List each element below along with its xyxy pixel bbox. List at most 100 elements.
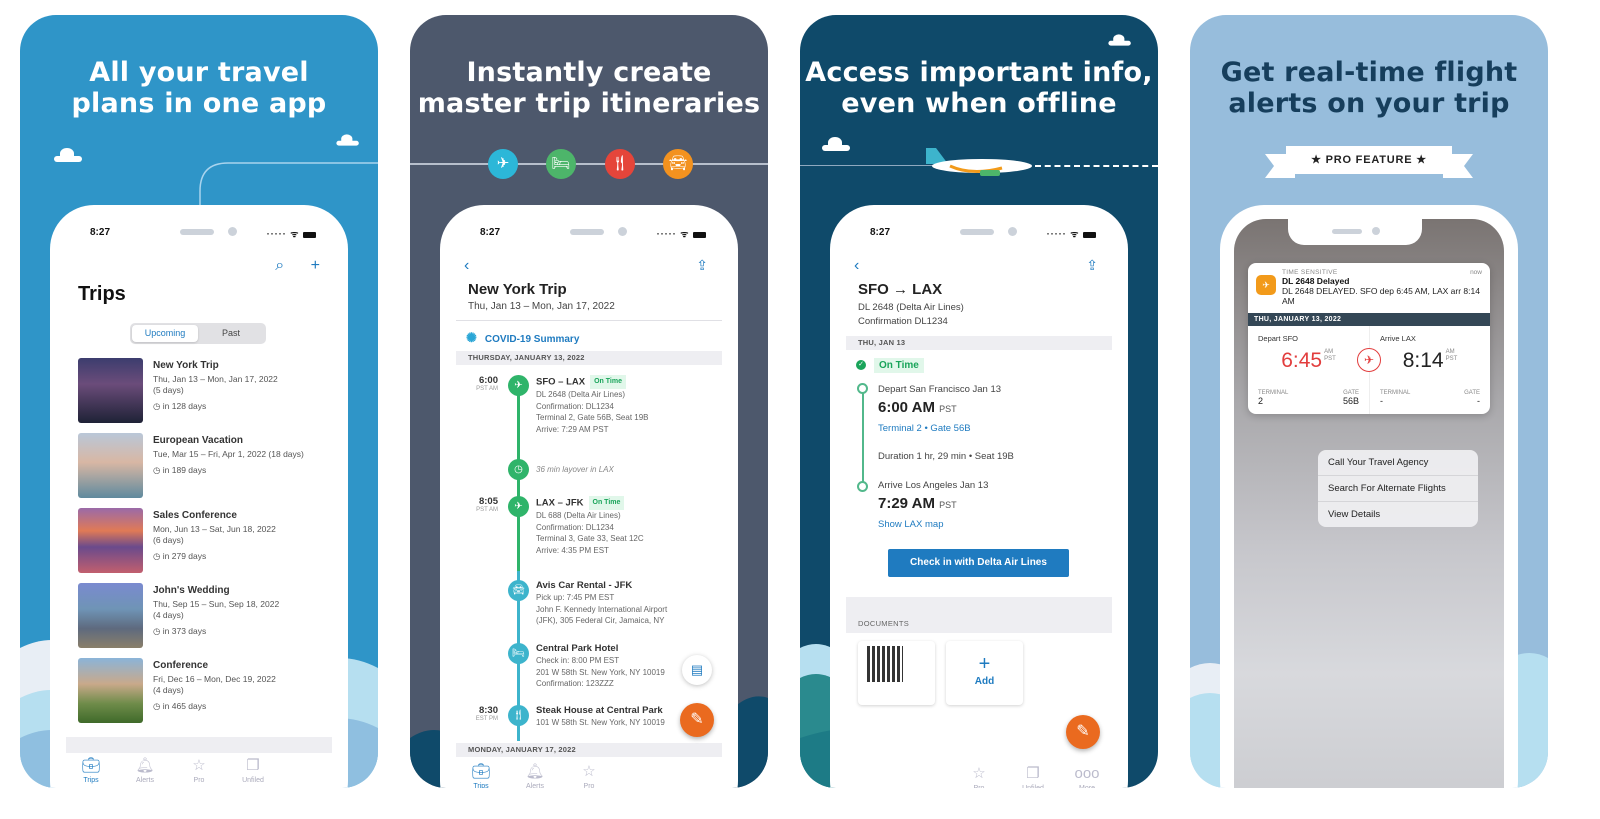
show-map-link[interactable]: Show LAX map xyxy=(878,519,943,530)
status-bar: 8:27 ····· ᯤ xyxy=(440,227,738,243)
tab-unfiled[interactable]: ❐Unfiled xyxy=(228,757,278,784)
bell-icon: 🔔︎ xyxy=(135,757,155,774)
trip-dates: Thu, Jan 13 – Mon, Jan 17, 2022 xyxy=(468,301,615,312)
promo-panel-offline: Access important info, even when offline… xyxy=(800,15,1158,788)
check-icon: ✓ xyxy=(856,360,866,371)
add-trip-icon[interactable]: + xyxy=(311,257,320,274)
list-item[interactable]: John's Wedding Thu, Sep 15 – Sun, Sep 18… xyxy=(78,583,332,658)
tab-trips[interactable]: 💼︎ Trips xyxy=(456,763,506,788)
segment-upcoming[interactable]: Upcoming xyxy=(132,325,198,342)
back-icon[interactable]: ‹ xyxy=(854,257,859,275)
page-title: Trips xyxy=(78,283,126,305)
day-header: THURSDAY, JANUARY 13, 2022 xyxy=(456,351,722,365)
virus-icon: ✺ xyxy=(466,330,477,345)
tab-trips[interactable]: 💼︎ Trips xyxy=(66,757,116,784)
promo-panel-alerts: Get real-time flight alerts on your trip… xyxy=(1190,15,1548,788)
briefcase-icon: 💼︎ xyxy=(471,763,491,780)
list-item[interactable]: New York Trip Thu, Jan 13 – Mon, Jan 17,… xyxy=(78,358,332,433)
covid-summary-link[interactable]: ✺ COVID-19 Summary xyxy=(466,330,579,346)
bell-icon: 🔔︎ xyxy=(525,763,545,780)
edit-button[interactable]: ✎ xyxy=(1066,715,1100,749)
clock-icon: ◷ xyxy=(153,401,163,411)
check-in-button[interactable]: Check in with Delta Air Lines xyxy=(888,549,1069,577)
menu-item-view-details[interactable]: View Details xyxy=(1318,502,1478,527)
decor-line xyxy=(199,162,378,211)
date-header: THU, JAN 13 xyxy=(846,336,1112,350)
status-badge: On Time xyxy=(874,358,924,373)
section-label: DOCUMENTS xyxy=(858,619,910,628)
trip-title: New York Trip xyxy=(468,281,567,298)
headline: Access important info, even when offline xyxy=(805,57,1153,119)
back-icon[interactable]: ‹ xyxy=(464,257,469,275)
flight-alert-notification[interactable]: ✈ TIME SENSITIVE now DL 2648 Delayed DL … xyxy=(1248,263,1490,414)
star-icon: ☆ xyxy=(972,765,986,782)
clock-icon: ◷ xyxy=(153,465,163,475)
trip-photo xyxy=(78,358,143,423)
tab-bar: 💼︎ Trips 🔔︎ Alerts ☆ Pro xyxy=(440,761,738,788)
headline: Get real-time flight alerts on your trip xyxy=(1220,57,1518,119)
cloud-icon xyxy=(816,137,852,151)
tab-unfiled[interactable]: ❐Unfiled xyxy=(1008,765,1058,788)
restaurant-icon: 🍴︎ xyxy=(508,705,529,726)
documents-icon: ❐ xyxy=(1026,765,1040,782)
list-item[interactable]: European Vacation Tue, Mar 15 – Fri, Apr… xyxy=(78,433,332,508)
cloud-icon xyxy=(332,134,361,146)
cloud-icon xyxy=(48,148,84,162)
qr-code xyxy=(867,646,903,682)
airplane-illustration xyxy=(926,148,1032,176)
plus-icon: + xyxy=(978,653,991,675)
restaurant-icon: 🍴︎ xyxy=(605,149,635,179)
headline: All your travel plans in one app xyxy=(71,57,327,119)
car-icon: 🚘︎ xyxy=(663,149,693,179)
clock-icon: ◷ xyxy=(153,626,163,636)
segment-past[interactable]: Past xyxy=(198,325,264,342)
depart-time: 6:45 xyxy=(1281,349,1323,372)
day-header: MONDAY, JANUARY 17, 2022 xyxy=(456,743,722,757)
star-icon: ☆ xyxy=(192,757,206,774)
star-icon: ☆ xyxy=(582,763,596,780)
clock-icon: ◷ xyxy=(153,551,163,561)
notes-button[interactable]: ▤ xyxy=(682,655,712,685)
tab-pro[interactable]: ☆Pro xyxy=(564,763,614,788)
headline: Instantly create master trip itineraries xyxy=(417,57,761,119)
phone-screen: 8:27 ····· ᯤ ‹ ⇪ SFO → LAX DL 2648 (Delt… xyxy=(830,205,1128,788)
edit-button[interactable]: ✎ xyxy=(680,703,714,737)
flight-status: ✓ On Time xyxy=(856,358,924,373)
menu-item-call-agency[interactable]: Call Your Travel Agency xyxy=(1318,450,1478,476)
app-icon: ✈ xyxy=(1256,275,1276,295)
menu-item-search-flights[interactable]: Search For Alternate Flights xyxy=(1318,476,1478,502)
pro-feature-ribbon: ★ PRO FEATURE ★ xyxy=(1265,146,1473,180)
gate-info[interactable]: Terminal 2 • Gate 56B xyxy=(878,423,971,434)
documents-icon: ❐ xyxy=(246,757,260,774)
share-icon[interactable]: ⇪ xyxy=(1086,257,1098,274)
trip-photo xyxy=(78,508,143,573)
tab-more[interactable]: oooMore xyxy=(1062,765,1112,788)
clock-icon: ◷ xyxy=(508,459,529,480)
status-bar: 8:27 ····· ᯤ xyxy=(50,227,348,243)
add-document-button[interactable]: + Add xyxy=(946,641,1023,705)
phone-screen: 8:27 ····· ᯤ ‹ ⇪ New York Trip Thu, Jan … xyxy=(440,205,738,788)
promo-panel-trips: All your travel plans in one app 8:27 ··… xyxy=(20,15,378,788)
tab-pro[interactable]: ☆Pro xyxy=(954,765,1004,788)
list-item[interactable]: Sales Conference Mon, Jun 13 – Sat, Jun … xyxy=(78,508,332,583)
trip-list: New York Trip Thu, Jan 13 – Mon, Jan 17,… xyxy=(78,358,332,733)
flight-icon: ✈ xyxy=(508,496,529,517)
tab-alerts[interactable]: 🔔︎ Alerts xyxy=(510,763,560,788)
flight-icon: ✈ xyxy=(508,375,529,396)
search-icon[interactable]: ⌕ xyxy=(275,257,284,274)
boarding-pass-document[interactable] xyxy=(858,641,935,705)
hotel-icon: 🛏︎ xyxy=(508,643,529,664)
tab-bar: 💼︎ Trips 🔔︎ Alerts ☆ Pro ❐ Unfiled xyxy=(50,755,348,788)
tab-bar: ☆Pro ❐Unfiled oooMore xyxy=(830,763,1128,788)
hotel-icon: 🛏︎ xyxy=(546,149,576,179)
share-icon[interactable]: ⇪ xyxy=(696,257,708,274)
tab-alerts[interactable]: 🔔︎ Alerts xyxy=(120,757,170,784)
flight-icon: ✈ xyxy=(488,149,518,179)
phone-screen: ✈ TIME SENSITIVE now DL 2648 Delayed DL … xyxy=(1220,205,1518,788)
status-bar: 8:27 ····· ᯤ xyxy=(830,227,1128,243)
list-item[interactable]: Conference Fri, Dec 16 – Mon, Dec 19, 20… xyxy=(78,658,332,733)
tab-pro[interactable]: ☆Pro xyxy=(174,757,224,784)
status-badge: On Time xyxy=(588,496,625,510)
flight-title: SFO → LAX xyxy=(858,281,943,298)
segmented-control: Upcoming Past xyxy=(130,323,266,344)
